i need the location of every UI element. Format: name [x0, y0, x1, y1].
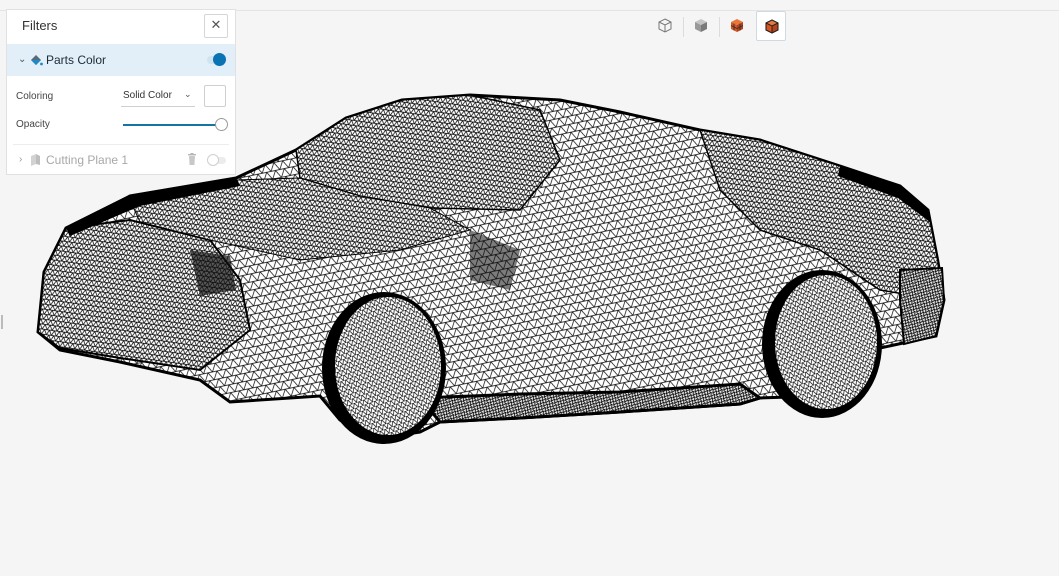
- rear-wheel-rim: [773, 273, 879, 411]
- cube-shaded-icon: [695, 19, 707, 32]
- filter-item-label: Parts Color: [46, 53, 107, 67]
- color-swatch[interactable]: [204, 85, 226, 107]
- front-wheel-rim: [333, 295, 443, 437]
- chevron-down-icon: ⌄: [184, 89, 192, 99]
- cube-outline-icon: [658, 18, 672, 33]
- opacity-slider-track: [123, 124, 223, 126]
- filter-item-label: Cutting Plane 1: [46, 153, 129, 167]
- parts-color-toggle[interactable]: [207, 53, 227, 67]
- mesh-detail-view-button[interactable]: [756, 11, 786, 41]
- filters-panel-header: Filters ✕: [7, 10, 235, 43]
- close-icon: ✕: [210, 17, 222, 32]
- opacity-label: Opacity: [16, 119, 50, 130]
- close-button[interactable]: ✕: [204, 14, 228, 38]
- toolbar-separator: [683, 17, 684, 37]
- toolbar-separator: [719, 17, 720, 37]
- surfaces-view-button[interactable]: [650, 11, 680, 41]
- mesh-view-button[interactable]: [722, 11, 752, 41]
- toggle-knob: [213, 53, 226, 66]
- cube-mesh-orange-icon: [730, 19, 744, 32]
- toggle-knob: [207, 154, 219, 166]
- filters-panel-title: Filters: [22, 18, 58, 33]
- cutting-plane-icon: [31, 154, 40, 166]
- cube-mesh-highlight-icon: [765, 19, 779, 34]
- coloring-select-value: Solid Color: [123, 90, 172, 101]
- rear-bumper: [899, 266, 946, 346]
- filter-item-cutting-plane[interactable]: › Cutting Plane 1: [7, 148, 235, 172]
- divider: [13, 144, 229, 145]
- filter-item-parts-color[interactable]: ⌄ Parts Color: [7, 44, 235, 76]
- chevron-right-icon[interactable]: ›: [19, 154, 22, 165]
- filters-panel: Filters ✕ ⌄ Parts Color Coloring Solid C…: [6, 9, 236, 175]
- opacity-slider[interactable]: [123, 116, 229, 134]
- cutting-plane-toggle[interactable]: [207, 154, 226, 166]
- view-mode-toolbar: [648, 11, 788, 41]
- coloring-select[interactable]: Solid Color ⌄: [121, 87, 195, 107]
- chevron-down-icon[interactable]: ⌄: [18, 54, 26, 65]
- opacity-slider-thumb[interactable]: [215, 118, 228, 131]
- surfaces-with-edges-button[interactable]: [686, 11, 716, 41]
- paint-bucket-icon: [31, 55, 43, 66]
- trash-icon[interactable]: [187, 153, 197, 165]
- coloring-label: Coloring: [16, 91, 54, 102]
